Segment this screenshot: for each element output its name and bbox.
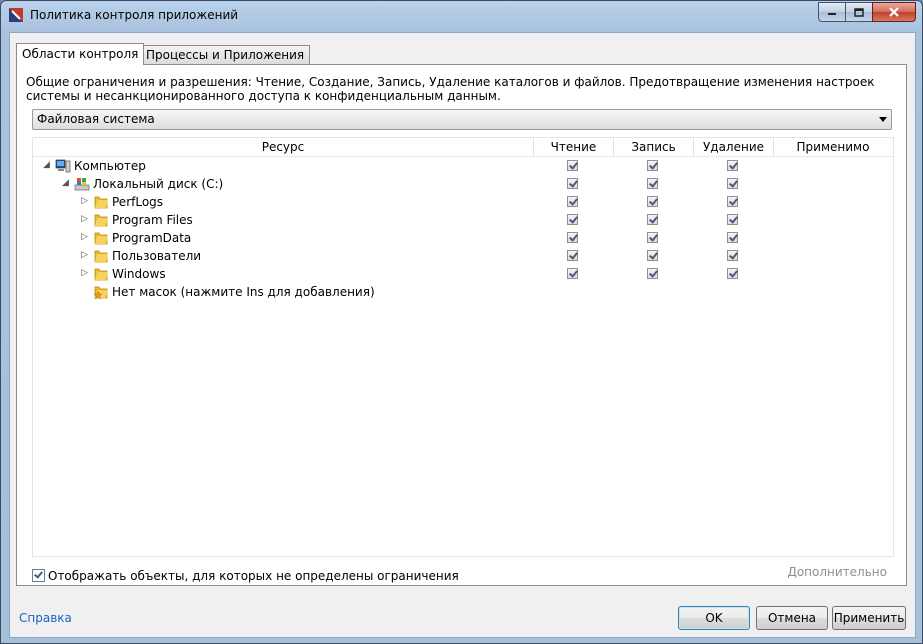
tree-row[interactable]: ◢ Локальный диск (C:) (33, 175, 893, 193)
minimize-icon (828, 13, 836, 15)
drive-icon (74, 178, 90, 191)
collapsed-arrow-icon[interactable]: ▷ (81, 269, 90, 278)
tree-node-label: Пользователи (112, 249, 202, 263)
tree-node-label: PerfLogs (112, 195, 164, 209)
tree-node-label: ProgramData (112, 231, 192, 245)
tree-row[interactable]: ▷ ProgramData (33, 229, 893, 247)
tree-row[interactable]: ▷ PerfLogs (33, 193, 893, 211)
write-checkbox[interactable] (647, 214, 658, 225)
tree-node-label: Windows (112, 267, 166, 281)
delete-checkbox[interactable] (727, 196, 738, 207)
tree-node-label: Локальный диск (C:) (93, 177, 224, 191)
more-link: Дополнительно (787, 565, 887, 579)
expanded-arrow-icon[interactable]: ◢ (62, 179, 71, 188)
tab-control-areas[interactable]: Области контроля (16, 43, 145, 65)
close-icon (889, 7, 899, 17)
show-all-checkbox[interactable] (32, 569, 45, 582)
resource-grid: Ресурс Чтение Запись Удаление Применимо … (32, 137, 894, 557)
write-checkbox[interactable] (647, 250, 658, 261)
column-header-write[interactable]: Запись (614, 138, 694, 156)
folder-icon (94, 268, 108, 281)
grid-header: Ресурс Чтение Запись Удаление Применимо (33, 138, 893, 157)
tree-row[interactable]: ▷ Пользователи (33, 247, 893, 265)
app-icon (9, 8, 23, 22)
app-window: Политика контроля приложений Области кон… (0, 0, 923, 644)
maximize-icon (854, 7, 864, 17)
minimize-button[interactable] (818, 2, 845, 22)
tree-row-add-mask[interactable]: Нет масок (нажмите Ins для добавления) (33, 283, 893, 301)
cancel-button[interactable]: Отмена (756, 606, 828, 630)
write-checkbox[interactable] (647, 268, 658, 279)
delete-checkbox[interactable] (727, 232, 738, 243)
column-header-delete[interactable]: Удаление (694, 138, 774, 156)
write-checkbox[interactable] (647, 178, 658, 189)
column-header-resource[interactable]: Ресурс (33, 138, 534, 156)
delete-checkbox[interactable] (727, 160, 738, 171)
delete-checkbox[interactable] (727, 250, 738, 261)
folder-icon (94, 232, 108, 245)
resource-type-dropdown[interactable]: Файловая система (32, 109, 892, 130)
tree-row[interactable]: ▷ Program Files (33, 211, 893, 229)
write-checkbox[interactable] (647, 196, 658, 207)
tree-node-label: Нет масок (нажмите Ins для добавления) (112, 285, 375, 299)
collapsed-arrow-icon[interactable]: ▷ (81, 233, 90, 242)
tree-node-label: Program Files (112, 213, 193, 227)
read-checkbox[interactable] (567, 268, 578, 279)
delete-checkbox[interactable] (727, 178, 738, 189)
write-checkbox[interactable] (647, 160, 658, 171)
resource-type-value: Файловая система (37, 112, 155, 126)
folder-icon (94, 196, 108, 209)
tree-row[interactable]: ▷ Windows (33, 265, 893, 283)
folder-icon (94, 214, 108, 227)
column-header-read[interactable]: Чтение (534, 138, 614, 156)
title-bar[interactable]: Политика контроля приложений (1, 1, 922, 31)
delete-checkbox[interactable] (727, 214, 738, 225)
tab-processes-apps[interactable]: Процессы и Приложения (140, 45, 311, 64)
collapsed-arrow-icon[interactable]: ▷ (81, 251, 90, 260)
show-all-label: Отображать объекты, для которых не опред… (48, 569, 459, 583)
apply-button[interactable]: Применить (832, 606, 906, 630)
folder-star-icon (93, 286, 108, 300)
read-checkbox[interactable] (567, 250, 578, 261)
expanded-arrow-icon[interactable]: ◢ (43, 161, 52, 170)
read-checkbox[interactable] (567, 196, 578, 207)
close-button[interactable] (872, 2, 916, 22)
read-checkbox[interactable] (567, 214, 578, 225)
collapsed-arrow-icon[interactable]: ▷ (81, 215, 90, 224)
folder-icon (94, 250, 108, 263)
help-link[interactable]: Справка (19, 611, 72, 625)
column-header-applies[interactable]: Применимо (774, 138, 892, 156)
tree-row[interactable]: ◢ Компьютер (33, 157, 893, 175)
caption-buttons (818, 2, 916, 22)
read-checkbox[interactable] (567, 232, 578, 243)
dialog-client-area: Области контроля Процессы и Приложения О… (9, 32, 916, 638)
maximize-button[interactable] (845, 2, 872, 22)
read-checkbox[interactable] (567, 160, 578, 171)
tree-node-label: Компьютер (74, 159, 146, 173)
description-text: Общие ограничения и разрешения: Чтение, … (26, 75, 875, 103)
delete-checkbox[interactable] (727, 268, 738, 279)
chevron-down-icon (879, 117, 887, 122)
window-title: Политика контроля приложений (30, 8, 239, 22)
ok-button[interactable]: OK (678, 606, 750, 630)
collapsed-arrow-icon[interactable]: ▷ (81, 197, 90, 206)
read-checkbox[interactable] (567, 178, 578, 189)
write-checkbox[interactable] (647, 232, 658, 243)
computer-icon (55, 159, 71, 173)
